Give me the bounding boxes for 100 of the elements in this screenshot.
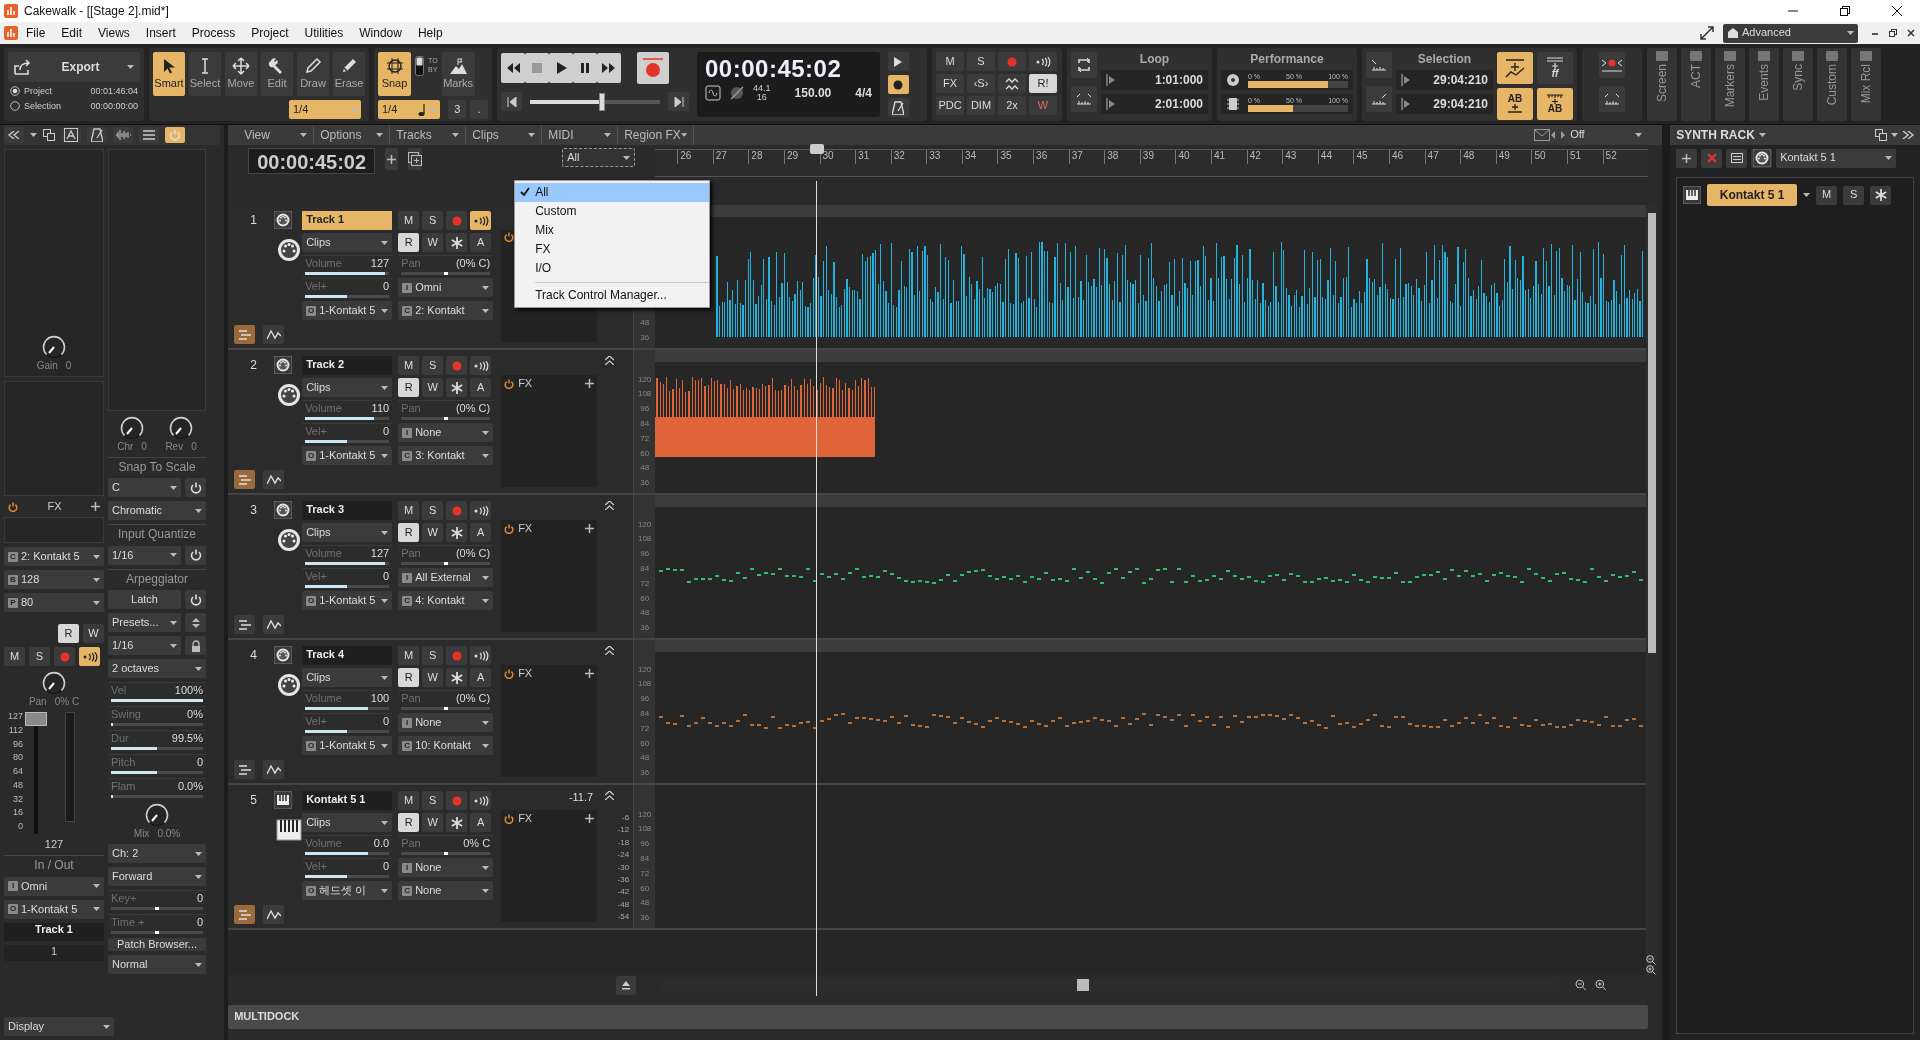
dock-button[interactable]: Screen (1647, 48, 1677, 121)
lane-view-dropdown[interactable]: Clips (302, 668, 393, 687)
track-name-field[interactable]: Track 1 (4, 922, 104, 941)
arpeggiator-slider[interactable]: Vel 100% (108, 682, 206, 703)
presets-dropdown[interactable]: Presets... (108, 613, 181, 633)
console-toggle-button[interactable]: W (1029, 96, 1057, 115)
menu-item[interactable]: Project (243, 23, 297, 43)
write-button[interactable]: W (83, 624, 104, 644)
menu-item[interactable]: Process (183, 23, 244, 43)
velocity-slider[interactable]: Vel+ 0 (302, 713, 393, 733)
dock-button[interactable]: Mix Rcl (1851, 48, 1881, 121)
mute-button[interactable]: M (398, 646, 420, 665)
read-button[interactable]: R (398, 523, 420, 542)
console-toggle-button[interactable]: PDC (936, 96, 964, 115)
output-dropdown[interactable]: O 헤드셋 이 (302, 881, 393, 900)
console-toggle-button[interactable]: FX (936, 74, 964, 93)
routing-dropdown[interactable]: P 80 (4, 593, 104, 613)
output-dropdown[interactable]: O 1-Kontakt 5 (302, 591, 393, 610)
snap-button[interactable]: Snap (378, 52, 411, 96)
latch-button[interactable]: Latch (108, 590, 181, 610)
solo-button[interactable]: S (422, 501, 444, 520)
pan-slider[interactable]: Pan (0% C) (398, 545, 494, 565)
input-dropdown[interactable]: I Omni (4, 876, 104, 896)
read-button[interactable]: R (398, 233, 420, 252)
volume-slider[interactable]: Volume 110 (302, 400, 393, 420)
selection-tool-button[interactable]: AB (1497, 88, 1533, 120)
solo-button[interactable]: S (422, 356, 444, 375)
pan-slider[interactable]: Pan (0% C) (398, 400, 494, 420)
tool-button[interactable]: Select (189, 52, 221, 96)
menu-item[interactable]: Mix (515, 221, 710, 240)
rate-dropdown[interactable]: 1/16 (108, 636, 181, 656)
tempo-field[interactable]: 150.00 (794, 85, 832, 100)
tool-button[interactable]: Edit (261, 52, 293, 96)
menu-item[interactable]: Window (351, 23, 410, 43)
lane-view-dropdown[interactable]: Clips (302, 378, 393, 397)
solo-button[interactable]: S (29, 647, 50, 667)
range-dropdown[interactable]: 2 octaves (108, 659, 206, 679)
read-button[interactable]: R (398, 813, 420, 832)
synth-selector-dropdown[interactable]: Kontakt 5 1 (1776, 148, 1897, 168)
read-button[interactable]: R (58, 624, 79, 644)
mode-dropdown[interactable]: Normal (108, 955, 206, 975)
channel-dropdown[interactable]: C 2: Kontakt (398, 301, 494, 320)
volume-slider[interactable]: Volume 0.0 (302, 835, 393, 855)
channel-dropdown[interactable]: C 10: Kontakt (398, 736, 494, 755)
velocity-slider[interactable]: Vel+ 0 (302, 278, 393, 298)
console-toggle-button[interactable]: DIM (967, 96, 995, 115)
read-button[interactable]: R (398, 668, 420, 687)
scale-dropdown[interactable]: Chromatic (108, 501, 206, 521)
write-button[interactable]: W (422, 378, 444, 397)
dotted-button[interactable]: . (470, 100, 488, 119)
key-dropdown[interactable]: C (108, 478, 181, 498)
console-toggle-button[interactable]: 2x (998, 96, 1026, 115)
archive-button[interactable]: A (470, 813, 492, 832)
routing-dropdown[interactable]: B 128 (4, 570, 104, 590)
triplet-button[interactable]: 3 (448, 100, 467, 119)
menu-item[interactable]: Views (90, 23, 138, 43)
archive-button[interactable]: A (470, 523, 492, 542)
menu-item[interactable]: Edit (53, 23, 91, 43)
track-name-field[interactable]: Track 2 (302, 356, 393, 375)
direction-dropdown[interactable]: Forward (108, 867, 206, 887)
menu-item[interactable]: FX (515, 240, 710, 259)
quantize-dropdown[interactable]: 1/16 (108, 545, 181, 565)
velocity-slider[interactable]: Vel+ 0 (302, 423, 393, 443)
marks-button[interactable]: Marks (441, 52, 475, 96)
mute-button[interactable]: M (4, 647, 25, 667)
arpeggiator-slider[interactable]: Dur 99.5% (108, 730, 206, 751)
dock-button[interactable]: ACT (1681, 48, 1711, 121)
solo-button[interactable]: S (1843, 185, 1865, 205)
output-dropdown[interactable]: O 1-Kontakt 5 (4, 899, 104, 919)
channel-dropdown[interactable]: Ch: 2 (108, 844, 206, 864)
arpeggiator-slider[interactable]: Swing 0% (108, 706, 206, 727)
resolution-dropdown[interactable]: 1/4 (289, 100, 361, 119)
menu-item[interactable]: Utilities (296, 23, 352, 43)
workspace-dropdown[interactable]: Advanced (1723, 23, 1858, 43)
archive-button[interactable]: A (470, 668, 492, 687)
lane-view-dropdown[interactable]: Clips (302, 523, 393, 542)
selection-tool-button[interactable]: ff (1537, 52, 1573, 84)
channel-dropdown[interactable]: C None (398, 881, 494, 900)
read-button[interactable]: R (398, 378, 420, 397)
write-button[interactable]: W (422, 668, 444, 687)
dock-button[interactable]: Custom (1817, 48, 1847, 121)
tool-button[interactable]: Erase (333, 52, 365, 96)
track-name-field[interactable]: Track 4 (302, 646, 393, 665)
menu-item[interactable]: Insert (137, 23, 184, 43)
velocity-slider[interactable]: Vel+ 0 (302, 568, 393, 588)
meter-field[interactable]: 4/4 (855, 85, 872, 100)
mute-button[interactable]: M (398, 501, 420, 520)
pan-slider[interactable]: Pan 0% C (398, 835, 494, 855)
menu-item[interactable]: Help (409, 23, 451, 43)
output-dropdown[interactable]: O 1-Kontakt 5 (302, 446, 393, 465)
dock-button[interactable]: Markers (1715, 48, 1745, 121)
track-filter-dropdown[interactable]: All (562, 148, 636, 167)
input-dropdown[interactable]: I None (398, 423, 494, 442)
menu-item[interactable]: Custom (515, 202, 710, 221)
velocity-slider[interactable]: Vel+ 0 (302, 858, 393, 878)
mute-button[interactable]: M (1816, 185, 1838, 205)
arpeggiator-slider[interactable]: Flam 0.0% (108, 778, 206, 799)
selection-tool-button[interactable]: AB (1537, 88, 1573, 120)
input-dropdown[interactable]: I All External (398, 568, 494, 587)
offset-slider[interactable]: Key+ 0 (108, 890, 206, 911)
